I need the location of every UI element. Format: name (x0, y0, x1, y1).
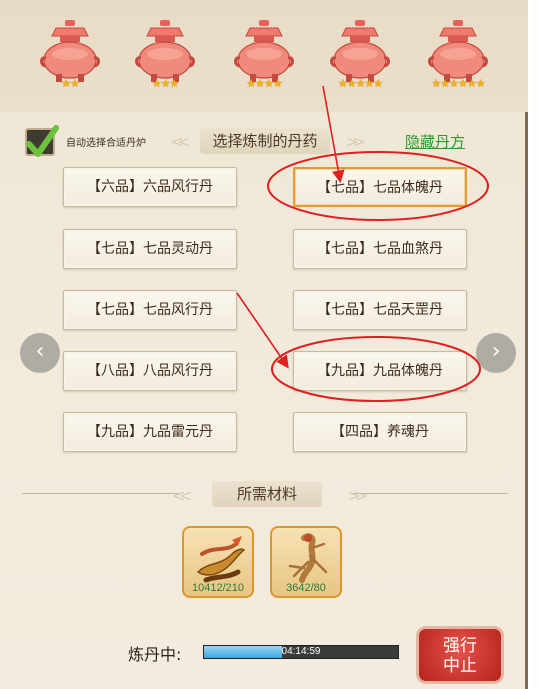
prev-page-button[interactable]: ‹ (20, 333, 60, 373)
left-chevron-decor-icon: << (172, 486, 193, 505)
recipe-button[interactable]: 【七品】七品血煞丹 (293, 229, 467, 269)
furnace-4[interactable]: ★★★★★ (328, 18, 392, 90)
material-slot-herb[interactable]: 10412/210 (182, 526, 254, 598)
furnace-1[interactable]: ★★ (38, 18, 102, 90)
material-slot-ginseng[interactable]: 3642/80 (270, 526, 342, 598)
alchemy-panel: ★★ ★★★ ★★★★ ★★★★★ ★★★★★★ 自动选择合适丹炉 << 选择炼制的丹药… (0, 0, 528, 689)
recipe-button[interactable]: 【七品】七品灵动丹 (63, 229, 237, 269)
material-count: 10412/210 (192, 582, 244, 594)
recipe-button[interactable]: 【七品】七品风行丹 (63, 290, 237, 330)
herb-root-icon (196, 536, 246, 583)
section-title-select-pill: << 选择炼制的丹药 >> (170, 126, 366, 156)
recipe-button[interactable]: 【七品】七品天罡丹 (293, 290, 467, 330)
hidden-recipe-link[interactable]: 隐藏丹方 (405, 131, 465, 152)
refining-label: 炼丹中: (128, 645, 182, 664)
refining-progress-bar: 04:14:59 (203, 645, 399, 659)
furnace-stars: ★★★ (151, 77, 180, 90)
recipe-button[interactable]: 【四品】养魂丹 (293, 412, 467, 452)
recipe-button[interactable]: 【六品】六品风行丹 (63, 167, 237, 207)
force-stop-line2: 中止 (443, 656, 477, 676)
furnace-stars: ★★★★★ (337, 77, 383, 90)
select-pill-title: 选择炼制的丹药 (200, 128, 330, 154)
progress-time: 04:14:59 (281, 646, 321, 657)
divider-right (350, 493, 508, 494)
material-count: 3642/80 (286, 582, 326, 594)
chevron-left-icon: ‹ (35, 339, 45, 364)
checkmark-icon (26, 125, 59, 157)
auto-select-checkbox[interactable] (25, 125, 59, 157)
materials-title-pill: << 所需材料 >> (172, 480, 368, 508)
furnace-5[interactable]: ★★★★★★ (426, 18, 490, 90)
left-chevron-decor-icon: << (170, 132, 191, 151)
right-chevron-decor-icon: >> (345, 132, 366, 151)
next-page-button[interactable]: › (476, 333, 516, 373)
ginseng-icon (288, 533, 328, 583)
right-chevron-decor-icon: >> (347, 486, 368, 505)
furnace-stars: ★★ (61, 77, 80, 90)
recipe-button[interactable]: 【九品】九品雷元丹 (63, 412, 237, 452)
furnace-3[interactable]: ★★★★ (232, 18, 296, 90)
furnace-row: ★★ ★★★ ★★★★ ★★★★★ ★★★★★★ (0, 0, 528, 112)
furnace-stars: ★★★★★★ (431, 77, 485, 90)
window-edge (531, 0, 540, 689)
force-stop-button[interactable]: 强行 中止 (416, 626, 504, 684)
force-stop-line1: 强行 (443, 636, 477, 656)
chevron-right-icon: › (491, 339, 501, 364)
furnace-2[interactable]: ★★★ (133, 18, 197, 90)
divider-left (22, 493, 182, 494)
recipe-button[interactable]: 【九品】九品体魄丹 (293, 351, 467, 391)
annotation-arrow-bottom (236, 292, 289, 369)
recipe-button[interactable]: 【七品】七品体魄丹 (293, 167, 467, 207)
recipe-button[interactable]: 【八品】八品风行丹 (63, 351, 237, 391)
materials-title: 所需材料 (212, 481, 322, 507)
auto-select-label: 自动选择合适丹炉 (66, 138, 146, 149)
furnace-stars: ★★★★ (246, 77, 282, 90)
